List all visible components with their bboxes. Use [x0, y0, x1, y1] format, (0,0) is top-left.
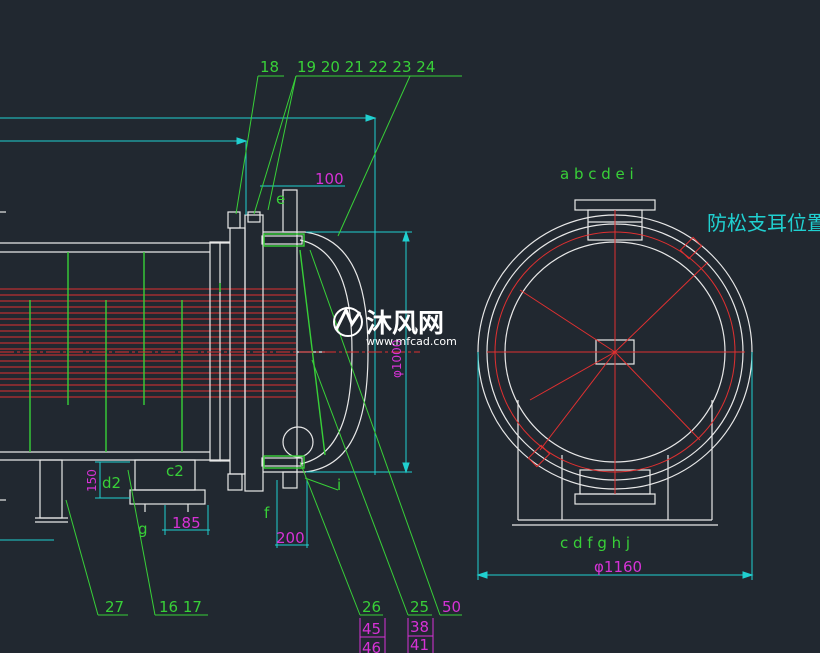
baffles [29, 233, 326, 469]
balloon-45: 45 [362, 620, 381, 638]
nozzle-e-label: e [276, 190, 285, 208]
balloon-19-24: 19 20 21 22 23 24 [297, 58, 435, 76]
dim-150: 150 [85, 469, 99, 492]
dim-dia1160: φ1160 [594, 558, 642, 576]
dim-185: 185 [172, 514, 201, 532]
balloon-27: 27 [105, 598, 124, 616]
nozzle-i-label: i [337, 476, 341, 494]
balloon-38: 38 [410, 618, 429, 636]
balloon-18: 18 [260, 58, 279, 76]
nozzle-f-label: f [264, 504, 270, 522]
anti-loosening-lug-note: 防松支耳位置 [707, 211, 820, 235]
balloon-25: 25 [410, 598, 429, 616]
balloon-46: 46 [362, 639, 381, 653]
nozzle-row-bottom: c d f g h j [560, 534, 630, 552]
nozzle-c2-label: c2 [166, 462, 184, 480]
balloon-26: 26 [362, 598, 381, 616]
end-view [476, 199, 754, 580]
dim-100: 100 [315, 170, 344, 188]
tube-bundle [0, 288, 296, 398]
nozzle-row-top: a b c d e i [560, 165, 634, 183]
cad-drawing: 18 19 20 21 22 23 24 27 16 17 26 45 46 2… [0, 58, 820, 653]
end-view-centerlines [487, 210, 745, 494]
balloon-41: 41 [410, 636, 429, 653]
dim-200: 200 [276, 529, 305, 547]
shell-section-view [0, 114, 412, 548]
balloon-50: 50 [442, 598, 461, 616]
nozzle-d2-label: d2 [102, 474, 121, 492]
balloon-16-17: 16 17 [159, 598, 202, 616]
nozzle-g-label: g [138, 520, 148, 538]
cad-drawing-viewport[interactable]: 18 19 20 21 22 23 24 27 16 17 26 45 46 2… [0, 0, 820, 653]
watermark-logo-icon [333, 306, 363, 337]
watermark-url: www.mfcad.com [366, 335, 457, 348]
